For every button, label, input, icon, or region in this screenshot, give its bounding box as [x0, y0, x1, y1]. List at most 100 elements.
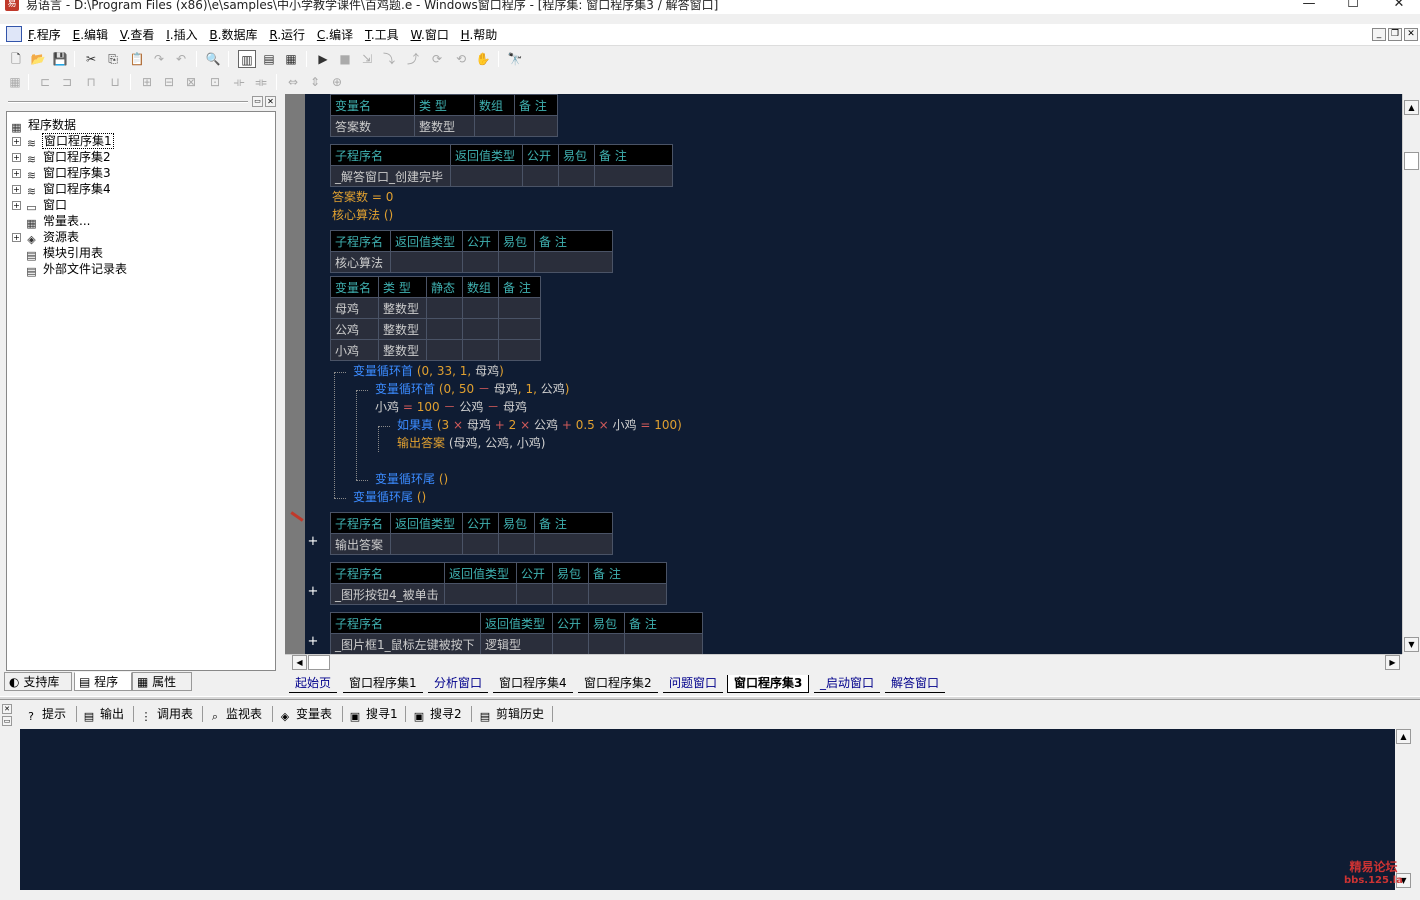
stretch-v-icon[interactable]: ⇕: [306, 73, 324, 91]
expand-icon[interactable]: +: [12, 185, 21, 194]
mdi-close-button[interactable]: ✕: [1404, 28, 1418, 41]
tab-properties[interactable]: ▦ 属性: [132, 672, 192, 691]
code-line-assign2[interactable]: 小鸡 = 100 － 公鸡 － 母鸡: [375, 398, 527, 416]
tab-start-page[interactable]: 起始页: [289, 675, 338, 693]
var-type-cell[interactable]: 整数型: [378, 339, 427, 361]
tree-item-assembly2[interactable]: + ≋ 窗口程序集2: [12, 149, 112, 166]
tab-program[interactable]: ▤ 程序: [74, 672, 132, 691]
stretch-h-icon[interactable]: ⇔: [284, 73, 302, 91]
tab-output[interactable]: ▤ 输出: [82, 704, 124, 724]
step-into-icon[interactable]: ⤵: [380, 50, 398, 68]
expand-icon[interactable]: +: [12, 233, 21, 242]
sub-return-cell[interactable]: [450, 165, 523, 187]
tab-assembly3[interactable]: 窗口程序集3: [727, 675, 810, 693]
step-icon[interactable]: ⇲: [358, 50, 376, 68]
scroll-thumb[interactable]: [308, 655, 330, 670]
expand-sub-button[interactable]: +: [307, 534, 319, 549]
sub-name-cell[interactable]: 核心算法: [330, 251, 391, 273]
tab-search2[interactable]: ▣ 搜寻2: [412, 704, 462, 724]
document-icon[interactable]: [6, 26, 22, 42]
scroll-left-button[interactable]: ◀: [292, 655, 307, 670]
minimize-button[interactable]: —: [1286, 0, 1332, 14]
scroll-right-button[interactable]: ▶: [1385, 655, 1400, 670]
sub-public-cell[interactable]: [516, 583, 553, 605]
scroll-down-button[interactable]: ▼: [1404, 637, 1419, 652]
sub-return-cell[interactable]: [390, 251, 463, 273]
var-static-cell[interactable]: [426, 339, 463, 361]
sub-epkg-cell[interactable]: [498, 533, 535, 555]
layout-3-icon[interactable]: ▦: [282, 50, 300, 68]
output-restore-button[interactable]: ▭: [2, 716, 12, 726]
run-icon[interactable]: ▶: [314, 50, 332, 68]
menu-edit[interactable]: E.编辑: [69, 24, 112, 46]
sub-name-cell[interactable]: _图形按钮4_被单击: [330, 583, 445, 605]
var-static-cell[interactable]: [426, 318, 463, 340]
layout-1-icon[interactable]: ▥: [238, 50, 256, 68]
tab-support-library[interactable]: ◐ 支持库: [4, 672, 72, 691]
menu-tools[interactable]: T.工具: [361, 24, 403, 46]
align-top-icon[interactable]: ⊓: [82, 73, 100, 91]
sub-return-cell[interactable]: [444, 583, 517, 605]
new-file-icon[interactable]: 🗋: [7, 50, 25, 68]
sub-note-cell[interactable]: [534, 533, 613, 555]
sub-note-cell[interactable]: [534, 251, 613, 273]
align-bottom-icon[interactable]: ⊔: [106, 73, 124, 91]
tab-clip-history[interactable]: ▤ 剪辑历史: [478, 704, 544, 724]
scroll-thumb[interactable]: [1404, 152, 1419, 170]
save-icon[interactable]: 💾: [51, 50, 69, 68]
menu-program[interactable]: F.程序: [24, 24, 65, 46]
sub-return-cell[interactable]: [390, 533, 463, 555]
tree-item-windows[interactable]: + ▭ 窗口: [12, 197, 68, 214]
sub-note-cell[interactable]: [594, 165, 673, 187]
code-line-loop2[interactable]: 变量循环首 (0, 50 － 母鸡, 1, 公鸡): [375, 380, 569, 398]
tab-watch[interactable]: ⌕ 监视表: [208, 704, 262, 724]
tree-item-assembly1[interactable]: + ≋ 窗口程序集1: [12, 133, 114, 150]
tab-question-window[interactable]: 问题窗口: [663, 675, 724, 693]
tab-answer-window[interactable]: 解答窗口: [885, 675, 946, 693]
var-array-cell[interactable]: [474, 115, 515, 137]
sub-public-cell[interactable]: [462, 533, 499, 555]
menu-compile[interactable]: C.编译: [313, 24, 357, 46]
var-array-cell[interactable]: [462, 339, 499, 361]
code-line-call[interactable]: 核心算法 (): [332, 206, 393, 224]
tree-item-resources[interactable]: + ◈ 资源表: [12, 229, 80, 246]
tree-item-assembly3[interactable]: + ≋ 窗口程序集3: [12, 165, 112, 182]
var-name-cell[interactable]: 小鸡: [330, 339, 379, 361]
panel-splitter[interactable]: [0, 696, 1420, 700]
grid-icon[interactable]: ▦: [6, 73, 24, 91]
var-name-cell[interactable]: 母鸡: [330, 297, 379, 319]
var-name-cell[interactable]: 公鸡: [330, 318, 379, 340]
tab-assembly1[interactable]: 窗口程序集1: [343, 675, 423, 693]
var-note-cell[interactable]: [498, 318, 541, 340]
tab-variables[interactable]: ◈ 变量表: [278, 704, 332, 724]
var-static-cell[interactable]: [426, 297, 463, 319]
editor-vertical-scrollbar[interactable]: ▲ ▼: [1402, 94, 1419, 654]
var-array-cell[interactable]: [462, 318, 499, 340]
var-name-cell[interactable]: 答案数: [330, 115, 415, 137]
tab-hint[interactable]: ? 提示: [24, 704, 66, 724]
var-array-cell[interactable]: [462, 297, 499, 319]
sub-epkg-cell[interactable]: [498, 251, 535, 273]
space-h-icon[interactable]: ⟛: [230, 73, 248, 91]
close-button[interactable]: ✕: [1376, 0, 1420, 14]
find-icon[interactable]: 🔍: [204, 50, 222, 68]
layout-2-icon[interactable]: ▤: [260, 50, 278, 68]
tree-item-modules[interactable]: ▤ 模块引用表: [24, 245, 104, 262]
var-note-cell[interactable]: [498, 339, 541, 361]
var-note-cell[interactable]: [514, 115, 558, 137]
library-icon[interactable]: 🔭: [506, 50, 524, 68]
mdi-minimize-button[interactable]: _: [1372, 28, 1386, 41]
sub-public-cell[interactable]: [552, 633, 589, 654]
copy-icon[interactable]: ⎘: [104, 50, 122, 68]
same-width-icon[interactable]: ⊠: [182, 73, 200, 91]
center-h-icon[interactable]: ⊞: [138, 73, 156, 91]
code-line-loop1-end[interactable]: 变量循环尾 (): [353, 488, 426, 506]
tree-root[interactable]: ▦ 程序数据: [9, 117, 77, 134]
expand-icon[interactable]: +: [12, 137, 21, 146]
tab-assembly4[interactable]: 窗口程序集4: [493, 675, 573, 693]
scroll-up-button[interactable]: ▲: [1404, 100, 1419, 115]
expand-icon[interactable]: +: [12, 201, 21, 210]
cut-icon[interactable]: ✂: [82, 50, 100, 68]
space-v-icon[interactable]: ⟚: [252, 73, 270, 91]
tab-analysis-window[interactable]: 分析窗口: [428, 675, 489, 693]
